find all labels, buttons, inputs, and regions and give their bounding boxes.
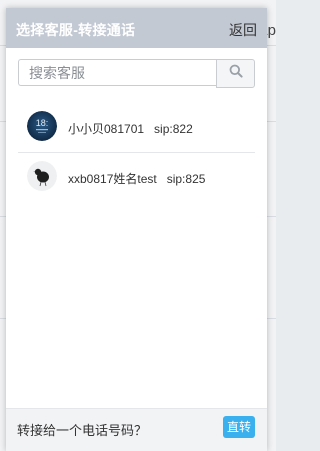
agent-label: xxb0817姓名test sip:825 (68, 170, 205, 187)
agent-list-item[interactable]: 18: 小小贝081701 sip:822 (18, 103, 255, 153)
agent-search-bar (18, 59, 255, 88)
search-button[interactable] (216, 59, 255, 88)
transfer-to-number-prompt: 转接给一个电话号码？ (17, 423, 148, 438)
dialog-header: 选择客服-转接通话 返回 (6, 8, 267, 48)
dialog-footer: 转接给一个电话号码？ 直转 (6, 408, 267, 451)
agent-search-input[interactable] (18, 59, 216, 86)
dialog-title: 选择客服-转接通话 (16, 22, 136, 38)
svg-text:18:: 18: (36, 118, 49, 128)
agent-sip: sip:825 (166, 172, 206, 186)
agent-list: 18: 小小贝081701 sip:822 xxb0817姓名test sip:… (18, 103, 255, 202)
agent-name: 小小贝081701 (68, 122, 145, 136)
agent-label: 小小贝081701 sip:822 (68, 120, 193, 137)
avatar: 18: (27, 111, 57, 141)
search-icon (229, 64, 243, 83)
agent-name: xxb0817姓名test (68, 172, 157, 186)
transfer-call-dialog: 选择客服-转接通话 返回 搜索客服 18: 小小贝081701 sip:822 … (6, 8, 267, 451)
agent-sip: sip:822 (154, 122, 193, 136)
back-button[interactable]: 返回 (229, 20, 257, 40)
agent-list-item[interactable]: xxb0817姓名test sip:825 (18, 153, 255, 202)
avatar (27, 161, 57, 191)
direct-transfer-button[interactable]: 直转 (223, 416, 255, 438)
